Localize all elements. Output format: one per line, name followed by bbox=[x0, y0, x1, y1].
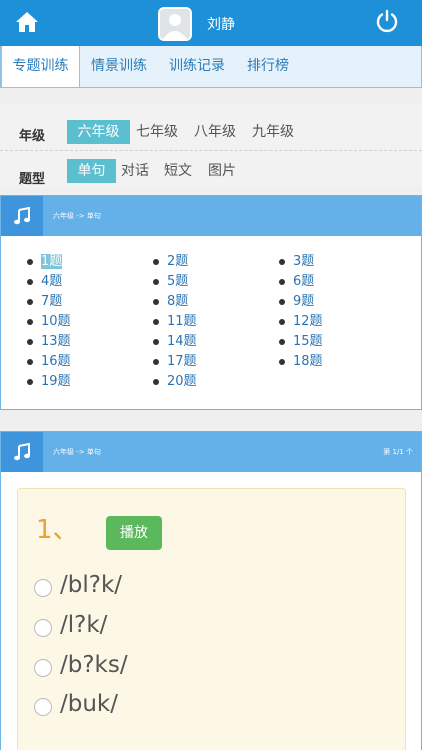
filters: 年级 六年级 七年级 八年级 九年级 题型 单句 对话 短文 图片 bbox=[0, 104, 422, 188]
question-link[interactable]: 2题 bbox=[153, 253, 188, 271]
tab-leaderboard[interactable]: 排行榜 bbox=[236, 46, 300, 87]
grade-option-7[interactable]: 七年级 bbox=[133, 120, 181, 144]
question-link[interactable]: 1题 bbox=[27, 253, 63, 271]
type-option-passage[interactable]: 短文 bbox=[162, 159, 194, 183]
question-link[interactable]: 12题 bbox=[279, 313, 323, 331]
type-option-dialogue[interactable]: 对话 bbox=[119, 159, 151, 183]
play-button[interactable]: 播放 bbox=[106, 516, 162, 550]
radio-button[interactable] bbox=[34, 579, 52, 597]
music-note-icon bbox=[14, 207, 30, 225]
question-number: 1、 bbox=[36, 515, 79, 545]
question-panel: 六年级 -> 单句 第 1/1 个 1、 播放 /bl?k/ /l?k/ /b?… bbox=[0, 431, 422, 750]
breadcrumb: 六年级 -> 单句 bbox=[53, 212, 101, 220]
radio-button[interactable] bbox=[34, 659, 52, 677]
radio-button[interactable] bbox=[34, 619, 52, 637]
question-card: 1、 播放 /bl?k/ /l?k/ /b?ks/ /buk/ bbox=[17, 488, 406, 750]
page-info: 第 1/1 个 bbox=[383, 448, 413, 456]
home-icon[interactable] bbox=[14, 10, 40, 34]
list-panel-header: 六年级 -> 单句 bbox=[1, 196, 421, 236]
grade-option-8[interactable]: 八年级 bbox=[191, 120, 239, 144]
question-link[interactable]: 5题 bbox=[153, 273, 188, 291]
question-link[interactable]: 9题 bbox=[279, 293, 314, 311]
question-link[interactable]: 17题 bbox=[153, 353, 197, 371]
grade-label: 年级 bbox=[19, 129, 46, 144]
username: 刘静 bbox=[207, 17, 235, 33]
question-link[interactable]: 10题 bbox=[27, 313, 71, 331]
question-link[interactable]: 13题 bbox=[27, 333, 71, 351]
avatar[interactable] bbox=[158, 7, 192, 41]
user-avatar-icon bbox=[160, 9, 190, 39]
type-row: 题型 单句 对话 短文 图片 bbox=[0, 150, 422, 192]
tab-training-record[interactable]: 训练记录 bbox=[158, 46, 236, 87]
question-link[interactable]: 16题 bbox=[27, 353, 71, 371]
tab-topic-training[interactable]: 专题训练 bbox=[1, 46, 80, 87]
type-label: 题型 bbox=[19, 172, 46, 187]
question-link[interactable]: 15题 bbox=[279, 333, 323, 351]
question-link[interactable]: 19题 bbox=[27, 373, 71, 391]
grade-option-6[interactable]: 六年级 bbox=[67, 120, 130, 144]
grade-option-9[interactable]: 九年级 bbox=[249, 120, 297, 144]
power-icon[interactable] bbox=[375, 9, 399, 33]
question-link[interactable]: 4题 bbox=[27, 273, 62, 291]
music-note-icon bbox=[14, 443, 30, 461]
question-panel-header: 六年级 -> 单句 第 1/1 个 bbox=[1, 432, 421, 472]
question-list-panel: 六年级 -> 单句 1题 2题 3题 4题 5题 6题 7题 8题 9题 10题… bbox=[0, 195, 422, 410]
tab-scenario-training[interactable]: 情景训练 bbox=[80, 46, 158, 87]
question-link[interactable]: 3题 bbox=[279, 253, 314, 271]
type-option-sentence[interactable]: 单句 bbox=[67, 159, 116, 183]
question-link[interactable]: 18题 bbox=[279, 353, 323, 371]
question-link[interactable]: 8题 bbox=[153, 293, 188, 311]
question-link[interactable]: 20题 bbox=[153, 373, 197, 391]
top-bar: 刘静 bbox=[0, 0, 422, 46]
radio-button[interactable] bbox=[34, 698, 52, 716]
question-link[interactable]: 14题 bbox=[153, 333, 197, 351]
question-link[interactable]: 6题 bbox=[279, 273, 314, 291]
breadcrumb: 六年级 -> 单句 bbox=[53, 448, 101, 456]
type-option-picture[interactable]: 图片 bbox=[206, 159, 238, 183]
question-link[interactable]: 7题 bbox=[27, 293, 62, 311]
question-link[interactable]: 11题 bbox=[153, 313, 197, 331]
grade-row: 年级 六年级 七年级 八年级 九年级 bbox=[0, 108, 422, 150]
main-tabs: 专题训练 情景训练 训练记录 排行榜 bbox=[0, 46, 422, 88]
